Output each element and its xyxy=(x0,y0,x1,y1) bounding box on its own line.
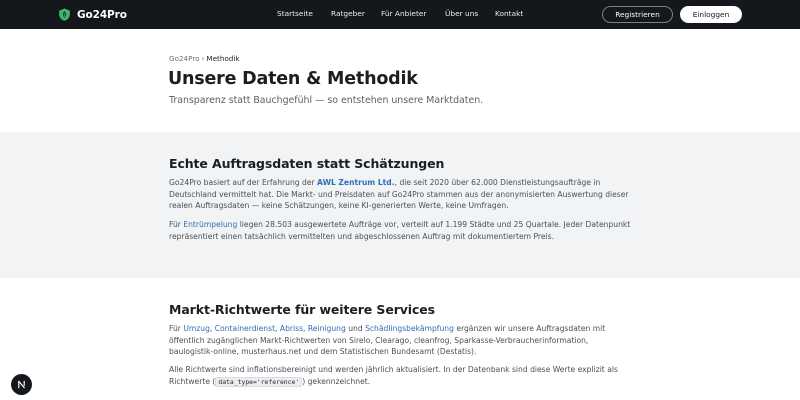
nextjs-logo-icon xyxy=(18,380,25,389)
reinigung-link[interactable]: Reinigung xyxy=(308,324,346,333)
section-paragraph: Für Umzug, Containerdienst, Abriss, Rein… xyxy=(169,323,631,358)
section-auftragsdaten: Echte Auftragsdaten statt Schätzungen Go… xyxy=(0,132,800,278)
section-heading: Markt-Richtwerte für weitere Services xyxy=(169,302,436,317)
nav-kontakt[interactable]: Kontakt xyxy=(495,9,523,18)
page-title: Unsere Daten & Methodik xyxy=(168,69,418,89)
section-paragraph: Go24Pro basiert auf der Erfahrung der AW… xyxy=(169,177,631,212)
umzug-link[interactable]: Umzug xyxy=(183,324,210,333)
text: Für xyxy=(169,324,184,333)
page-subtitle: Transparenz statt Bauchgefühl — so entst… xyxy=(169,95,484,106)
nextjs-dev-button[interactable] xyxy=(11,374,32,395)
brand-name: Go24Pro xyxy=(77,8,127,21)
containerdienst-link[interactable]: Containerdienst xyxy=(215,324,275,333)
abriss-link[interactable]: Abriss xyxy=(280,324,303,333)
nav-fuer-anbieter[interactable]: Für Anbieter xyxy=(381,9,426,18)
page-header: Go24Pro › Methodik Unsere Daten & Methodik… xyxy=(0,29,800,132)
text: Go24Pro basiert auf der Erfahrung der xyxy=(169,178,318,187)
section-heading: Echte Auftragsdaten statt Schätzungen xyxy=(169,156,445,171)
breadcrumb: Go24Pro › Methodik xyxy=(169,54,240,63)
schaedlingsbekaempfung-link[interactable]: Schädlingsbekämpfung xyxy=(365,324,454,333)
breadcrumb-current: Methodik xyxy=(206,54,240,63)
breadcrumb-separator: › xyxy=(201,54,205,63)
text: und xyxy=(345,324,366,333)
nav-ratgeber[interactable]: Ratgeber xyxy=(331,9,365,18)
section-paragraph: Alle Richtwerte sind inflationsbereinigt… xyxy=(169,364,631,388)
section-paragraph: Für Entrümpelung liegen 28.503 ausgewert… xyxy=(169,219,631,242)
brand-link[interactable]: Go24Pro xyxy=(58,7,127,22)
text: liegen 28.503 ausgewertete Aufträge vor,… xyxy=(169,220,631,241)
awl-zentrum-link[interactable]: AWL Zentrum Ltd. xyxy=(317,178,395,187)
top-navbar: Go24Pro Startseite Ratgeber Für Anbieter… xyxy=(0,0,800,29)
login-button[interactable]: Einloggen xyxy=(680,6,742,23)
shield-leaf-icon xyxy=(59,8,70,21)
section-markt-richtwerte: Markt-Richtwerte für weitere Services Fü… xyxy=(0,278,800,400)
text: Für xyxy=(169,220,184,229)
nav-ueber-uns[interactable]: Über uns xyxy=(445,9,478,18)
entruempelung-link[interactable]: Entrümpelung xyxy=(183,220,237,229)
nav-startseite[interactable]: Startseite xyxy=(277,9,313,18)
data-type-code: data_type='reference' xyxy=(215,376,303,387)
text: ) gekennzeichnet. xyxy=(302,376,371,386)
register-button[interactable]: Registrieren xyxy=(602,6,673,23)
breadcrumb-root[interactable]: Go24Pro xyxy=(169,54,200,63)
